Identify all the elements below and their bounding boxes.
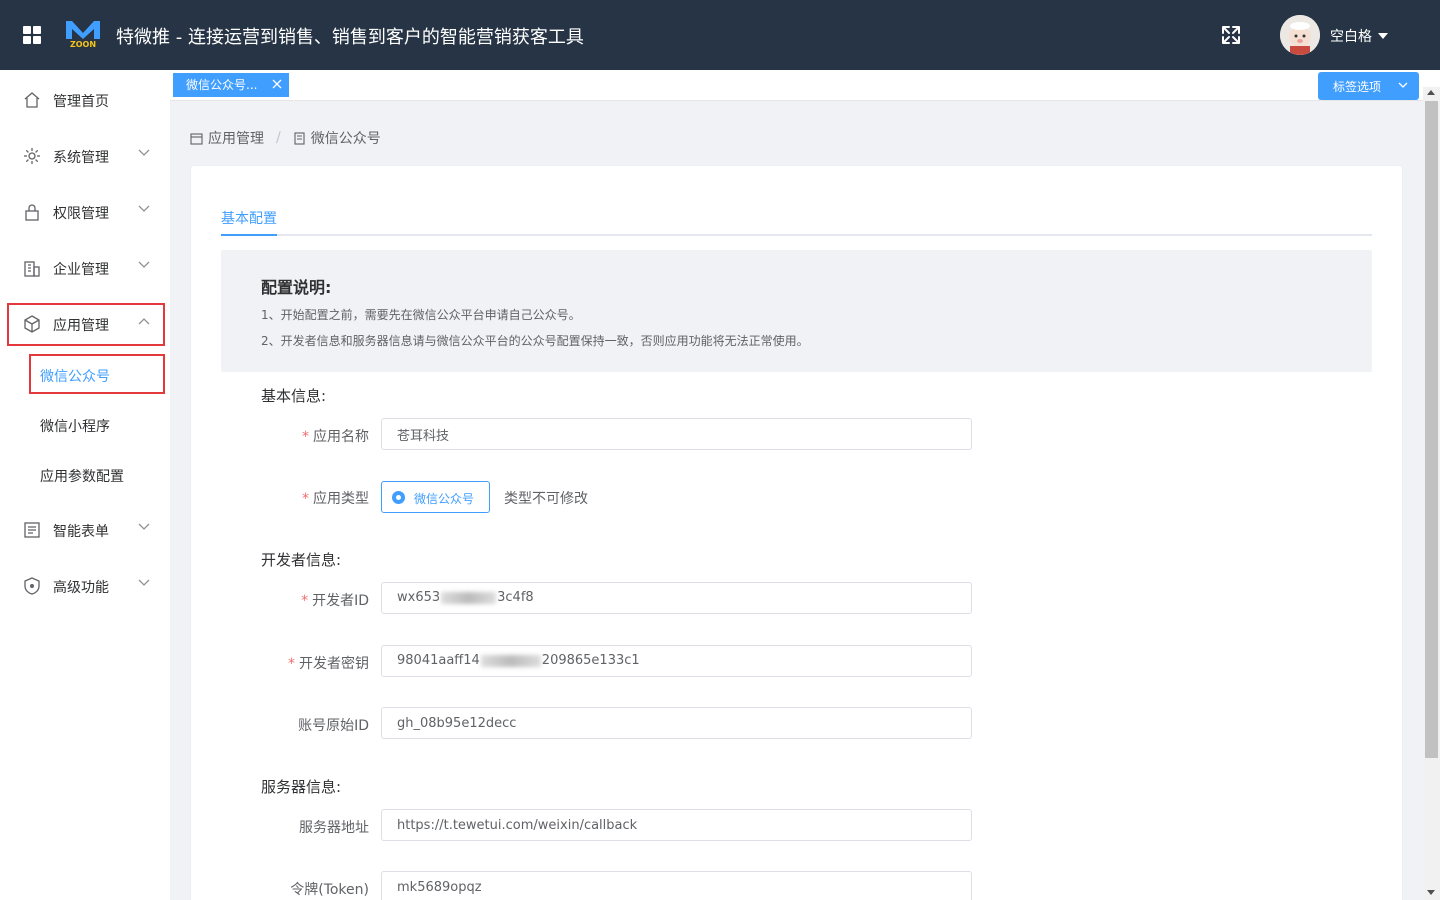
- tab-active-indicator: [221, 234, 277, 236]
- redacted-blur: [480, 654, 541, 667]
- app-type-radio[interactable]: 微信公众号: [381, 481, 490, 513]
- breadcrumb-level2: 微信公众号: [310, 131, 381, 147]
- logo-icon: ZOON: [66, 21, 100, 49]
- sidebar-subitem-label: 微信小程序: [40, 419, 110, 435]
- svg-text:ZOON: ZOON: [70, 40, 96, 49]
- server-url-input[interactable]: [381, 809, 972, 841]
- label-text: 应用类型: [313, 491, 369, 507]
- tab-divider: [221, 234, 1372, 236]
- section-developer-info: 开发者信息:: [261, 551, 342, 569]
- app-type-label: * 应用类型: [191, 488, 369, 508]
- document-icon: [294, 131, 305, 145]
- dev-secret-input[interactable]: 98041aaff14 209865e133c1: [381, 645, 972, 677]
- lock-icon: [25, 204, 39, 221]
- radio-checked-icon: [392, 491, 405, 504]
- section-server-info: 服务器信息:: [261, 778, 342, 796]
- sidebar-item-permission[interactable]: 权限管理: [0, 183, 170, 239]
- username[interactable]: 空白格: [1330, 26, 1372, 46]
- app-name-label: * 应用名称: [191, 426, 369, 446]
- gear-icon: [24, 148, 40, 164]
- avatar[interactable]: [1280, 15, 1320, 55]
- caret-down-icon[interactable]: [1378, 33, 1388, 39]
- section-basic-info: 基本信息:: [261, 387, 327, 405]
- note-line: 1、开始配置之前，需要先在微信公众平台申请自己公众号。: [261, 308, 581, 322]
- sidebar-item-label: 高级功能: [53, 580, 109, 596]
- form-icon: [24, 522, 40, 538]
- dev-id-suffix: 3c4f8: [497, 590, 534, 605]
- tags-bar: 微信公众号... 标签选项: [170, 70, 1440, 101]
- fullscreen-icon[interactable]: [1220, 24, 1242, 46]
- breadcrumb: 应用管理 / 微信公众号: [190, 128, 381, 148]
- scroll-up-icon[interactable]: [1427, 90, 1435, 95]
- dev-id-prefix: wx653: [397, 590, 441, 605]
- scroll-down-icon[interactable]: [1427, 890, 1435, 895]
- sidebar-subitem-wechat-miniprogram[interactable]: 微信小程序: [30, 404, 164, 444]
- highlight-box: [7, 303, 165, 346]
- tag-options-button[interactable]: 标签选项: [1318, 72, 1419, 100]
- sidebar-item-home[interactable]: 管理首页: [0, 71, 170, 127]
- page-scrollbar[interactable]: [1423, 87, 1440, 900]
- dev-secret-prefix: 98041aaff14: [397, 653, 480, 668]
- tag-options-label: 标签选项: [1333, 80, 1382, 94]
- home-icon: [24, 92, 40, 108]
- note-line: 2、开发者信息和服务器信息请与微信公众平台的公众号配置保持一致，否则应用功能将无…: [261, 334, 809, 348]
- label-text: 开发者ID: [312, 593, 369, 609]
- chevron-down-icon: [138, 261, 150, 268]
- dev-secret-suffix: 209865e133c1: [541, 653, 640, 668]
- required-mark: *: [302, 491, 309, 507]
- apps-grid-icon[interactable]: [23, 26, 41, 44]
- config-card: 基本配置 配置说明: 1、开始配置之前，需要先在微信公众平台申请自己公众号。 2…: [190, 165, 1403, 900]
- sidebar-item-label: 系统管理: [53, 150, 109, 166]
- breadcrumb-separator: /: [276, 130, 281, 146]
- sidebar-item-label: 企业管理: [53, 262, 109, 278]
- top-header: ZOON 特微推 - 连接运营到销售、销售到客户的智能营销获客工具 空白格: [0, 0, 1440, 70]
- origin-id-input[interactable]: [381, 707, 972, 739]
- sidebar: 管理首页 系统管理 权限管理 企业管理 应用管理 微信公众号 微信小程序 应用参…: [0, 70, 170, 900]
- sidebar-item-label: 智能表单: [53, 524, 109, 540]
- calendar-icon: [190, 132, 203, 145]
- breadcrumb-level1[interactable]: 应用管理: [208, 128, 264, 148]
- config-note: 配置说明: 1、开始配置之前，需要先在微信公众平台申请自己公众号。 2、开发者信…: [221, 250, 1372, 372]
- app-title: 特微推 - 连接运营到销售、销售到客户的智能营销获客工具: [116, 27, 584, 48]
- required-mark: *: [302, 429, 309, 445]
- chevron-down-icon: [138, 149, 150, 156]
- chevron-down-icon: [138, 579, 150, 586]
- app-name-input[interactable]: [381, 418, 972, 450]
- sidebar-item-label: 权限管理: [53, 206, 109, 222]
- building-icon: [24, 261, 40, 277]
- origin-id-label: 账号原始ID: [298, 718, 369, 734]
- tag-wechat-official[interactable]: 微信公众号...: [173, 73, 289, 97]
- sidebar-item-enterprise[interactable]: 企业管理: [0, 239, 170, 295]
- required-mark: *: [288, 656, 295, 672]
- label-text: 开发者密钥: [299, 656, 369, 672]
- sidebar-item-label: 管理首页: [53, 94, 109, 110]
- server-url-label: 服务器地址: [299, 820, 369, 836]
- dev-id-input[interactable]: wx653 3c4f8: [381, 582, 972, 614]
- dev-id-label: * 开发者ID: [191, 590, 369, 610]
- chevron-down-icon: [1398, 82, 1408, 88]
- close-icon[interactable]: [272, 79, 282, 89]
- sidebar-item-system[interactable]: 系统管理: [0, 127, 170, 183]
- chevron-down-icon: [138, 205, 150, 212]
- token-label: 令牌(Token): [290, 882, 369, 898]
- sidebar-subitem-label: 应用参数配置: [40, 469, 124, 485]
- dev-secret-label: * 开发者密钥: [191, 653, 369, 673]
- label-text: 应用名称: [313, 429, 369, 445]
- highlight-box: [29, 354, 165, 394]
- sidebar-item-advanced[interactable]: 高级功能: [0, 557, 170, 613]
- scroll-thumb[interactable]: [1425, 101, 1438, 758]
- tab-basic-config[interactable]: 基本配置: [221, 208, 277, 228]
- token-input[interactable]: [381, 871, 972, 900]
- required-mark: *: [301, 593, 309, 609]
- shield-icon: [24, 577, 40, 595]
- avatar-image-icon: [1280, 15, 1320, 55]
- redacted-blur: [441, 591, 497, 604]
- tag-label: 微信公众号...: [186, 78, 258, 92]
- radio-label: 微信公众号: [414, 492, 475, 506]
- chevron-down-icon: [138, 523, 150, 530]
- sidebar-item-smart-form[interactable]: 智能表单: [0, 501, 170, 557]
- sidebar-subitem-app-params[interactable]: 应用参数配置: [30, 454, 164, 494]
- note-title: 配置说明:: [261, 278, 332, 297]
- app-type-hint: 类型不可修改: [504, 491, 588, 507]
